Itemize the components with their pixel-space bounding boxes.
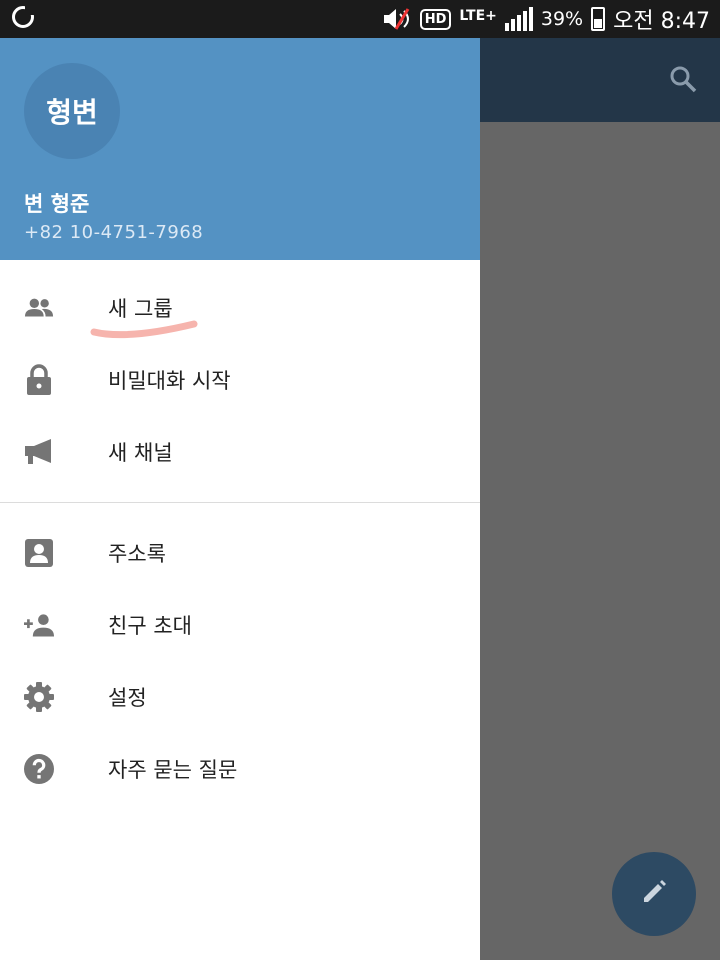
battery-percent: 39% xyxy=(540,8,584,30)
menu-section-primary: 새 그룹 비밀대화 시작 새 채널 xyxy=(0,260,480,488)
menu-item-label: 새 채널 xyxy=(108,441,173,465)
menu-item-new-channel[interactable]: 새 채널 xyxy=(0,416,480,488)
menu-item-faq[interactable]: 자주 묻는 질문 xyxy=(0,733,480,805)
drawer-header: 형변 변 형준 +82 10-4751-7968 xyxy=(0,38,480,260)
menu-item-label: 주소록 xyxy=(108,542,166,566)
contacts-icon xyxy=(24,538,54,568)
menu-item-new-group[interactable]: 새 그룹 xyxy=(0,272,480,344)
user-name: 변 형준 xyxy=(24,192,90,216)
menu-item-label: 설정 xyxy=(108,686,147,710)
menu-item-invite-friends[interactable]: 친구 초대 xyxy=(0,589,480,661)
menu-section-secondary: 주소록 친구 초대 설정 자주 묻는 질문 xyxy=(0,517,480,805)
battery-icon xyxy=(591,7,606,31)
menu-item-settings[interactable]: 설정 xyxy=(0,661,480,733)
signal-icon xyxy=(504,7,533,31)
network-type-label: LTE+ xyxy=(459,8,497,24)
status-bar: HD LTE+ 39% 오전 8:47 xyxy=(0,0,720,38)
help-icon xyxy=(24,754,54,784)
highlight-underline xyxy=(90,320,198,339)
carrier-logo-icon xyxy=(12,5,35,28)
compose-button[interactable] xyxy=(612,852,696,936)
background-content[interactable] xyxy=(480,122,720,960)
hd-voice-icon: HD xyxy=(419,8,452,30)
navigation-drawer: 형변 변 형준 +82 10-4751-7968 새 그룹 비밀대화 시작 새 … xyxy=(0,38,480,960)
gear-icon xyxy=(24,682,54,712)
menu-item-contacts[interactable]: 주소록 xyxy=(0,517,480,589)
menu-item-label: 자주 묻는 질문 xyxy=(108,758,238,782)
group-icon xyxy=(24,293,54,323)
megaphone-icon xyxy=(24,437,54,467)
mute-icon xyxy=(382,7,412,31)
clock: 오전 8:47 xyxy=(613,9,710,34)
pencil-icon xyxy=(638,876,670,912)
menu-item-label: 친구 초대 xyxy=(108,614,192,638)
user-phone: +82 10-4751-7968 xyxy=(24,222,204,243)
menu-item-label: 비밀대화 시작 xyxy=(108,369,231,393)
menu-item-secret-chat[interactable]: 비밀대화 시작 xyxy=(0,344,480,416)
add-person-icon xyxy=(24,610,54,640)
background-toolbar xyxy=(480,38,720,122)
search-icon[interactable] xyxy=(668,64,698,98)
menu-divider xyxy=(0,502,480,503)
avatar[interactable]: 형변 xyxy=(24,63,120,159)
lock-icon xyxy=(24,364,54,395)
